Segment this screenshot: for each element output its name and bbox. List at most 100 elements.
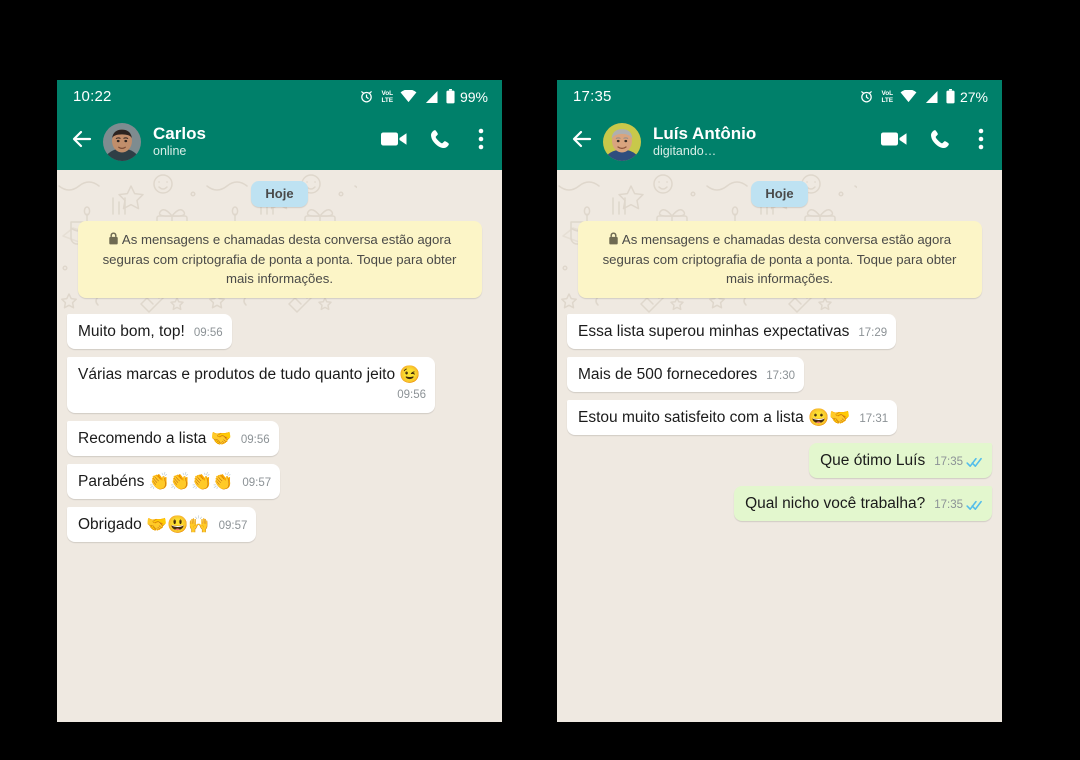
status-bar: 17:35 VoL LTE 27% <box>557 80 1002 113</box>
chat-message-area[interactable]: Hoje As mensagens e chamadas desta conve… <box>57 170 502 722</box>
date-divider-row: Hoje <box>567 181 992 207</box>
phone-panel-luis-antonio: 17:35 VoL LTE 27% Luís Antônio digitando… <box>557 80 1002 722</box>
avatar[interactable] <box>603 122 641 161</box>
signal-icon <box>924 90 939 104</box>
message-bubble-in[interactable]: Muito bom, top! 09:56 <box>67 314 232 349</box>
message-meta: 17:29 <box>858 323 887 344</box>
encryption-notice-text: As mensagens e chamadas desta conversa e… <box>102 232 457 286</box>
battery-percent-label: 99% <box>459 88 488 105</box>
back-button[interactable] <box>67 127 97 157</box>
message-bubble-in[interactable]: Parabéns 👏👏👏👏 09:57 <box>67 464 281 499</box>
battery-percent-label: 27% <box>959 88 988 105</box>
app-bar-actions <box>381 128 489 155</box>
message-row-in: Obrigado 🤝😃🙌 09:57 <box>67 507 492 542</box>
message-bubble-out[interactable]: Que ótimo Luís 17:35 <box>809 443 992 478</box>
three-dots-vertical-icon <box>478 128 484 155</box>
video-call-button[interactable] <box>881 129 907 155</box>
volte-icon: VoL LTE <box>381 90 393 104</box>
encryption-notice[interactable]: As mensagens e chamadas desta conversa e… <box>577 221 982 298</box>
message-row-in: Essa lista superou minhas expectativas 1… <box>567 314 992 349</box>
message-bubble-out[interactable]: Qual nicho você trabalha? 17:35 <box>734 486 992 521</box>
status-bar-clock: 10:22 <box>73 88 112 105</box>
message-bubble-in[interactable]: Essa lista superou minhas expectativas 1… <box>567 314 897 349</box>
signal-icon <box>424 90 439 104</box>
message-list: Essa lista superou minhas expectativas 1… <box>567 314 992 529</box>
message-emoji: 😉 <box>399 365 421 384</box>
message-timestamp: 09:56 <box>240 434 270 446</box>
message-emoji: 😀🤝 <box>808 408 851 427</box>
message-bubble-in[interactable]: Estou muito satisfeito com a lista 😀🤝 17… <box>567 400 898 435</box>
message-text: Que ótimo Luís <box>820 452 926 469</box>
voice-call-button[interactable] <box>427 129 453 155</box>
message-timestamp: 09:56 <box>193 327 223 339</box>
status-bar-icons: VoL LTE <box>859 89 988 105</box>
message-row-in: Muito bom, top! 09:56 <box>67 314 492 349</box>
message-row-out: Que ótimo Luís 17:35 <box>567 443 992 478</box>
message-meta: 09:57 <box>242 473 271 494</box>
app-bar-actions <box>881 128 989 155</box>
message-bubble-in[interactable]: Obrigado 🤝😃🙌 09:57 <box>67 507 257 542</box>
message-emoji: 👏👏👏👏 <box>148 472 234 491</box>
phone-icon <box>929 128 951 155</box>
message-bubble-in[interactable]: Recomendo a lista 🤝 09:56 <box>67 421 279 456</box>
peer-info[interactable]: Luís Antônio digitando… <box>653 124 873 159</box>
avatar[interactable] <box>103 122 141 161</box>
status-bar-clock: 17:35 <box>573 88 612 105</box>
chat-message-area[interactable]: Hoje As mensagens e chamadas desta conve… <box>557 170 1002 722</box>
alarm-icon <box>859 89 874 104</box>
message-text: Essa lista superou minhas expectativas <box>578 323 850 340</box>
volte-icon-line2: LTE <box>881 96 893 104</box>
encryption-notice-text: As mensagens e chamadas desta conversa e… <box>602 232 957 286</box>
message-row-in: Parabéns 👏👏👏👏 09:57 <box>67 464 492 499</box>
lock-icon <box>608 231 619 250</box>
peer-name: Luís Antônio <box>653 124 757 143</box>
chat-app-bar: Luís Antônio digitando… <box>557 113 1002 170</box>
battery-icon <box>446 89 455 104</box>
message-meta: 09:56 <box>397 385 426 406</box>
back-arrow-icon <box>570 127 594 156</box>
message-timestamp: 17:31 <box>859 413 889 425</box>
message-timestamp: 09:57 <box>242 477 272 489</box>
back-button[interactable] <box>567 127 597 157</box>
message-bubble-in[interactable]: Mais de 500 fornecedores 17:30 <box>567 357 804 392</box>
message-text: Qual nicho você trabalha? <box>745 495 926 512</box>
screenshot-stage: 10:22 VoL LTE 99% Carlos online Hoje As … <box>0 0 1080 760</box>
overflow-menu-button[interactable] <box>973 128 989 155</box>
date-divider-pill: Hoje <box>251 181 308 207</box>
volte-icon: VoL LTE <box>881 90 893 104</box>
voice-call-button[interactable] <box>927 129 953 155</box>
overflow-menu-button[interactable] <box>473 128 489 155</box>
message-row-in: Recomendo a lista 🤝 09:56 <box>67 421 492 456</box>
message-meta: 17:35 <box>934 495 983 516</box>
peer-info[interactable]: Carlos online <box>153 124 373 159</box>
read-receipt-icon <box>966 500 983 511</box>
message-text: Muito bom, top! <box>78 323 185 340</box>
message-bubble-in[interactable]: Várias marcas e produtos de tudo quanto … <box>67 357 435 413</box>
peer-presence-status: digitando… <box>653 144 717 158</box>
message-timestamp: 09:57 <box>218 520 248 532</box>
video-camera-icon <box>881 130 907 153</box>
message-text: Obrigado <box>78 516 147 533</box>
read-receipt-icon <box>966 457 983 468</box>
message-meta: 17:35 <box>934 452 983 473</box>
phone-icon <box>429 128 451 155</box>
back-arrow-icon <box>70 127 94 156</box>
message-emoji: 🤝😃🙌 <box>146 515 210 534</box>
date-divider-pill: Hoje <box>751 181 808 207</box>
video-camera-icon <box>381 130 407 153</box>
chat-app-bar: Carlos online <box>57 113 502 170</box>
message-timestamp: 17:30 <box>766 370 795 382</box>
wifi-icon <box>400 90 417 103</box>
peer-name: Carlos <box>153 124 206 143</box>
encryption-notice[interactable]: As mensagens e chamadas desta conversa e… <box>77 221 482 298</box>
message-meta: 17:30 <box>766 366 795 387</box>
encryption-notice-row: As mensagens e chamadas desta conversa e… <box>567 221 992 298</box>
message-row-in: Estou muito satisfeito com a lista 😀🤝 17… <box>567 400 992 435</box>
message-meta: 09:56 <box>194 323 223 344</box>
message-text: Parabéns <box>78 473 149 490</box>
message-meta: 09:56 <box>241 430 270 451</box>
status-bar-icons: VoL LTE <box>359 89 488 105</box>
video-call-button[interactable] <box>381 129 407 155</box>
three-dots-vertical-icon <box>978 128 984 155</box>
message-meta: 09:57 <box>219 516 248 537</box>
